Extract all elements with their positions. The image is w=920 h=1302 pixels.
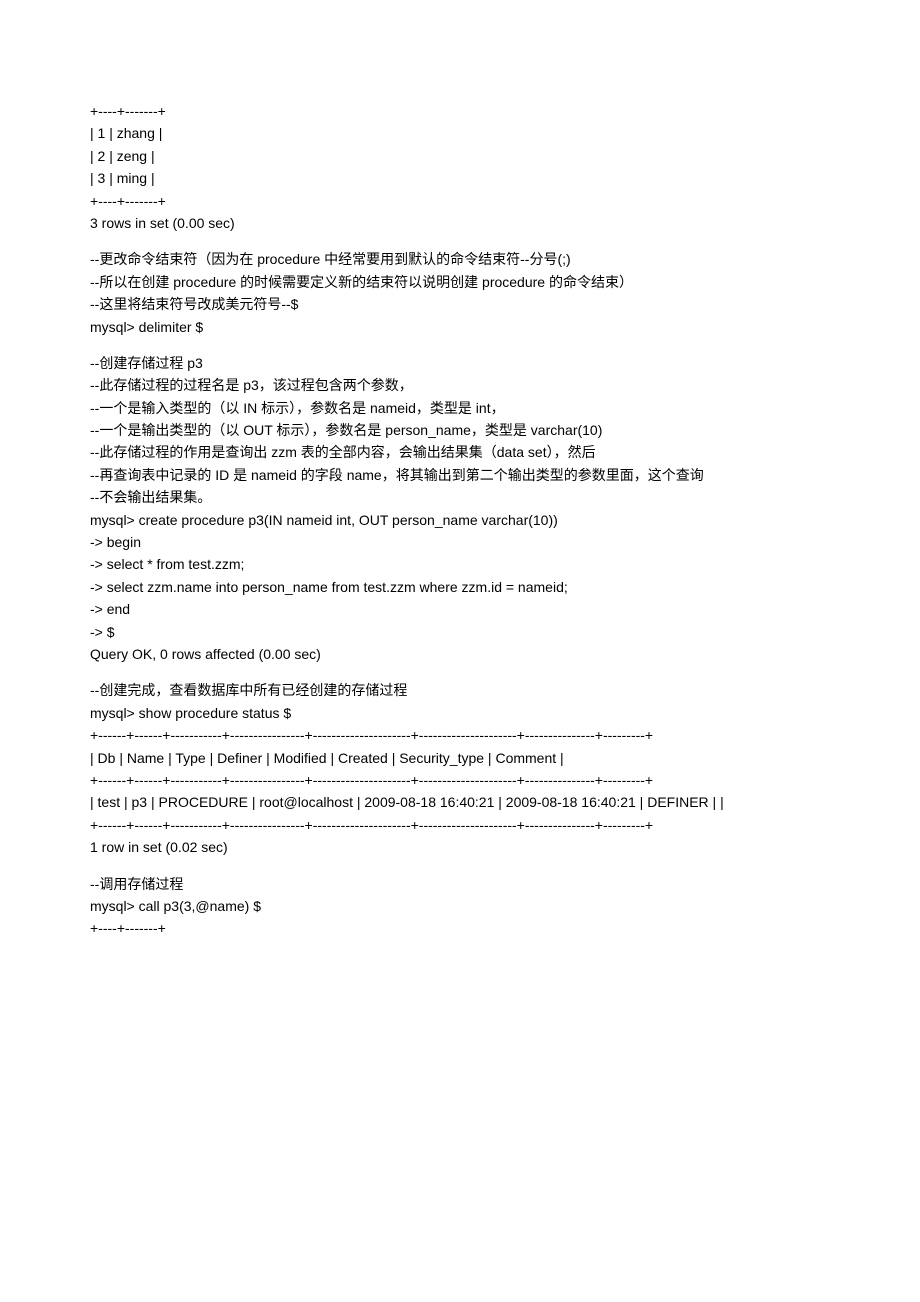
text-line: --再查询表中记录的 ID 是 nameid 的字段 name，将其输出到第二个… xyxy=(90,464,830,486)
text-line: +----+-------+ xyxy=(90,190,830,212)
text-line: --此存储过程的作用是查询出 zzm 表的全部内容，会输出结果集（data se… xyxy=(90,441,830,463)
text-line: +----+-------+ xyxy=(90,917,830,939)
text-line: mysql> call p3(3,@name) $ xyxy=(90,895,830,917)
text-line: | 3 | ming | xyxy=(90,167,830,189)
text-line: --一个是输入类型的（以 IN 标示），参数名是 nameid，类型是 int， xyxy=(90,397,830,419)
text-line: | Db | Name | Type | Definer | Modified … xyxy=(90,747,830,769)
text-line: Query OK, 0 rows affected (0.00 sec) xyxy=(90,643,830,665)
text-line: +----+-------+ xyxy=(90,100,830,122)
text-line: 3 rows in set (0.00 sec) xyxy=(90,212,830,234)
document-content: +----+-------+ | 1 | zhang | | 2 | zeng … xyxy=(90,100,830,940)
text-line: --一个是输出类型的（以 OUT 标示），参数名是 person_name，类型… xyxy=(90,419,830,441)
text-line: 1 row in set (0.02 sec) xyxy=(90,836,830,858)
text-line: --创建存储过程 p3 xyxy=(90,352,830,374)
text-line: -> $ xyxy=(90,621,830,643)
text-line: mysql> delimiter $ xyxy=(90,316,830,338)
text-line: | 2 | zeng | xyxy=(90,145,830,167)
text-line: --这里将结束符号改成美元符号--$ xyxy=(90,293,830,315)
text-line: --更改命令结束符（因为在 procedure 中经常要用到默认的命令结束符--… xyxy=(90,248,830,270)
text-line: -> end xyxy=(90,598,830,620)
text-line: +------+------+-----------+-------------… xyxy=(90,769,830,791)
text-line: | 1 | zhang | xyxy=(90,122,830,144)
text-line: mysql> create procedure p3(IN nameid int… xyxy=(90,509,830,531)
text-line: | test | p3 | PROCEDURE | root@localhost… xyxy=(90,791,830,813)
text-line: +------+------+-----------+-------------… xyxy=(90,814,830,836)
text-line: +------+------+-----------+-------------… xyxy=(90,724,830,746)
text-line: -> select zzm.name into person_name from… xyxy=(90,576,830,598)
text-line: --创建完成，查看数据库中所有已经创建的存储过程 xyxy=(90,679,830,701)
text-line: -> select * from test.zzm; xyxy=(90,553,830,575)
text-line: mysql> show procedure status $ xyxy=(90,702,830,724)
text-line: --调用存储过程 xyxy=(90,873,830,895)
text-line: --所以在创建 procedure 的时候需要定义新的结束符以说明创建 proc… xyxy=(90,271,830,293)
text-line: -> begin xyxy=(90,531,830,553)
text-line: --此存储过程的过程名是 p3，该过程包含两个参数， xyxy=(90,374,830,396)
text-line: --不会输出结果集。 xyxy=(90,486,830,508)
